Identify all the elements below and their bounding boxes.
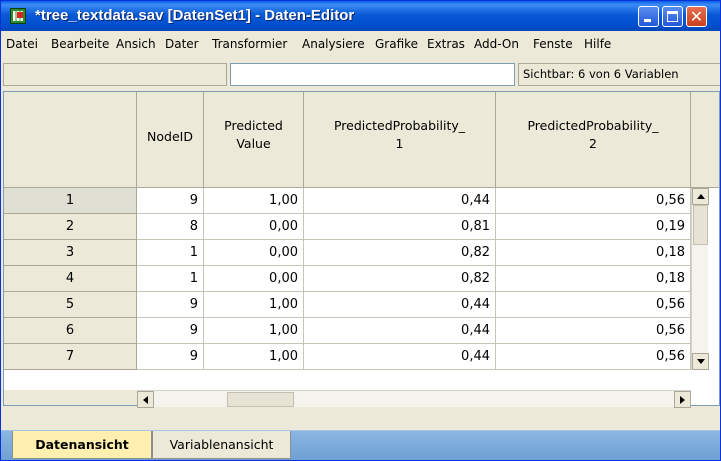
row-header[interactable]: 7 [4, 344, 137, 370]
column-header-label-line2: Value [236, 136, 271, 151]
column-header-predicted-probability-2[interactable]: PredictedProbability_ 2 [496, 92, 691, 188]
menu-transformieren[interactable]: Transformier [212, 37, 287, 51]
table-cell[interactable]: 0,44 [304, 344, 496, 370]
menu-analysieren[interactable]: Analysiere [302, 37, 365, 51]
window-title: *tree_textdata.sav [DatenSet1] - Daten-E… [35, 7, 355, 24]
data-grid: NodeID Predicted Value PredictedProbabil… [3, 91, 720, 408]
table-cell[interactable]: 1,00 [204, 318, 304, 344]
horizontal-scroll-thumb[interactable] [227, 392, 294, 407]
table-cell[interactable]: 1,00 [204, 344, 304, 370]
table-cell[interactable]: 1 [137, 240, 204, 266]
column-header-label-line2: 2 [589, 136, 597, 151]
tab-variable-view[interactable]: Variablenansicht [152, 431, 291, 459]
arrow-left-icon [143, 396, 148, 404]
cell-reference-field[interactable] [3, 63, 227, 86]
row-header[interactable]: 3 [4, 240, 137, 266]
arrow-right-icon [680, 396, 685, 404]
cell-info-row: Sichtbar: 6 von 6 Variablen [1, 61, 720, 88]
table-cell[interactable]: 0,56 [496, 292, 691, 318]
minimize-button[interactable] [638, 6, 659, 27]
column-header-label: PredictedProbability_ [333, 118, 465, 133]
view-tab-bar: Datenansicht Variablenansicht [1, 430, 720, 460]
title-bar[interactable]: *tree_textdata.sav [DatenSet1] - Daten-E… [1, 1, 720, 31]
table-cell[interactable]: 0,81 [304, 214, 496, 240]
menu-bearbeiten[interactable]: Bearbeite [51, 37, 109, 51]
table-cell[interactable]: 0,44 [304, 292, 496, 318]
column-header-predicted-probability-1[interactable]: PredictedProbability_ 1 [304, 92, 496, 188]
horizontal-scrollbar[interactable] [137, 390, 691, 408]
table-cell[interactable]: 0,19 [496, 214, 691, 240]
table-cell[interactable]: 0,56 [496, 344, 691, 370]
data-editor-window: *tree_textdata.sav [DatenSet1] - Daten-E… [0, 0, 721, 461]
tab-data-view[interactable]: Datenansicht [12, 431, 152, 459]
table-cell[interactable]: 1,00 [204, 188, 304, 214]
table-cell[interactable]: 0,82 [304, 240, 496, 266]
table-cell[interactable]: 9 [137, 292, 204, 318]
menu-datei[interactable]: Datei [6, 37, 38, 51]
scroll-down-button[interactable] [692, 353, 709, 370]
table-cell[interactable]: 0,18 [496, 266, 691, 292]
data-grid-area: NodeID Predicted Value PredictedProbabil… [4, 92, 719, 408]
menu-ansicht[interactable]: Ansich [116, 37, 156, 51]
column-header-label: PredictedProbability_ [527, 118, 659, 133]
table-cell[interactable]: 0,56 [496, 318, 691, 344]
visible-variables-indicator: Sichtbar: 6 von 6 Variablen [518, 63, 720, 86]
cell-value-field[interactable] [230, 63, 515, 86]
table-cell[interactable]: 0,56 [496, 188, 691, 214]
spss-data-editor-icon[interactable] [10, 8, 26, 24]
scroll-up-button[interactable] [692, 188, 709, 205]
menu-fenster[interactable]: Fenste [533, 37, 573, 51]
table-cell[interactable]: 0,00 [204, 214, 304, 240]
column-header-label: NodeID [147, 129, 193, 144]
menu-hilfe[interactable]: Hilfe [584, 37, 611, 51]
row-header[interactable]: 4 [4, 266, 137, 292]
column-header-nodeid[interactable]: NodeID [137, 92, 204, 188]
menu-grafiken[interactable]: Grafike [375, 37, 418, 51]
menu-extras[interactable]: Extras [427, 37, 465, 51]
row-header[interactable]: 5 [4, 292, 137, 318]
header-filler [691, 92, 719, 188]
table-cell[interactable]: 1,00 [204, 292, 304, 318]
table-cell[interactable]: 0,18 [496, 240, 691, 266]
grid-corner[interactable] [4, 92, 137, 188]
table-cell[interactable]: 9 [137, 344, 204, 370]
arrow-up-icon [697, 194, 705, 199]
table-cell[interactable]: 9 [137, 318, 204, 344]
table-cell[interactable]: 1 [137, 266, 204, 292]
vertical-scrollbar[interactable] [691, 188, 709, 370]
close-icon: ✕ [689, 7, 704, 26]
table-cell[interactable]: 0,82 [304, 266, 496, 292]
column-header-label: Predicted [224, 118, 283, 133]
table-cell[interactable]: 0,00 [204, 266, 304, 292]
row-header[interactable]: 6 [4, 318, 137, 344]
table-cell[interactable]: 0,00 [204, 240, 304, 266]
scroll-left-button[interactable] [137, 391, 154, 408]
minimize-icon [644, 19, 651, 22]
close-button[interactable]: ✕ [686, 6, 707, 27]
row-header[interactable]: 2 [4, 214, 137, 240]
menu-bar: Datei Bearbeite Ansich Dater Transformie… [1, 33, 720, 58]
table-cell[interactable]: 8 [137, 214, 204, 240]
row-header[interactable]: 1 [4, 188, 137, 214]
arrow-down-icon [697, 359, 705, 364]
vertical-scroll-thumb[interactable] [693, 205, 708, 245]
maximize-icon [667, 11, 678, 22]
maximize-button[interactable] [662, 6, 683, 27]
menu-add-ons[interactable]: Add-On [474, 37, 519, 51]
scroll-right-button[interactable] [674, 391, 691, 408]
table-cell[interactable]: 0,44 [304, 318, 496, 344]
column-header-predicted-value[interactable]: Predicted Value [204, 92, 304, 188]
table-cell[interactable]: 9 [137, 188, 204, 214]
grid-bottom-left [4, 390, 137, 405]
column-header-label-line2: 1 [395, 136, 404, 151]
table-cell[interactable]: 0,44 [304, 188, 496, 214]
menu-daten[interactable]: Dater [165, 37, 199, 51]
